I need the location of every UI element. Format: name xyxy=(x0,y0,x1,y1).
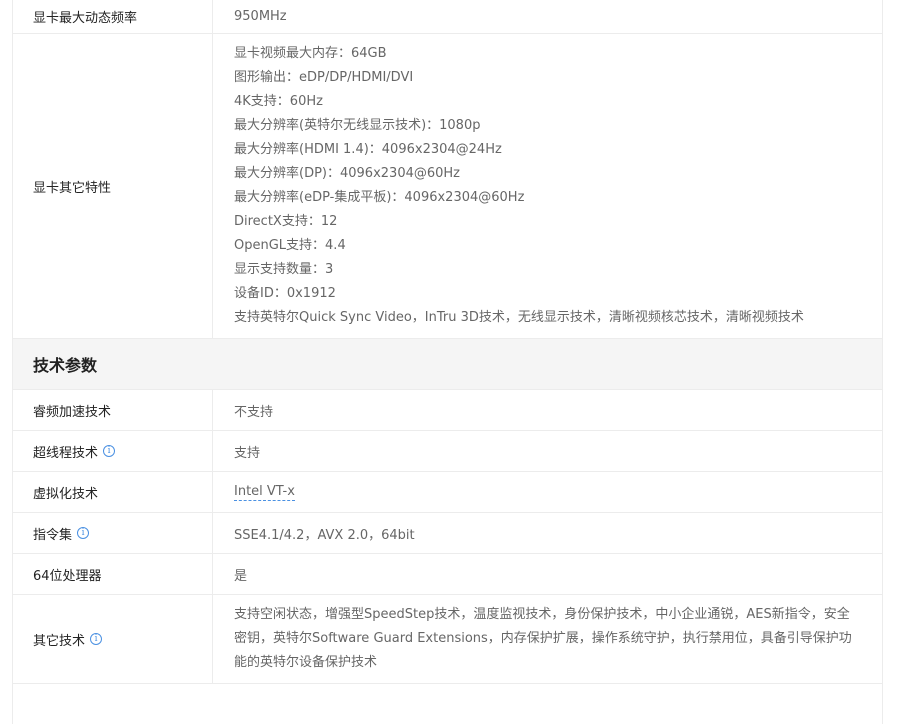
gpu-feature-line: 显卡视频最大内存：64GB xyxy=(234,46,387,61)
gpu-feature-list: 显卡视频最大内存：64GB 图形输出：eDP/DP/HDMI/DVI 4K支持：… xyxy=(234,42,804,330)
spec-label: 虚拟化技术 xyxy=(13,472,213,512)
spec-label: 显卡最大动态频率 xyxy=(13,0,213,33)
gpu-feature-line: OpenGL支持：4.4 xyxy=(234,238,346,253)
spec-value: 支持空闲状态，增强型SpeedStep技术，温度监视技术，身份保护技术，中小企业… xyxy=(234,607,852,670)
gpu-feature-line: 最大分辨率(DP)：4096x2304@60Hz xyxy=(234,166,460,181)
gpu-feature-line: 最大分辨率(HDMI 1.4)：4096x2304@24Hz xyxy=(234,142,502,157)
spec-label: 睿频加速技术 xyxy=(13,390,213,430)
info-icon[interactable]: i xyxy=(103,445,116,457)
gpu-feature-line: 最大分辨率(eDP-集成平板)：4096x2304@60Hz xyxy=(234,190,525,205)
spec-value: 950MHz xyxy=(234,9,287,24)
spec-label-wrap: 其它技术 i xyxy=(13,595,213,683)
spec-row-64bit: 64位处理器 是 xyxy=(13,554,882,595)
spec-label-wrap: 指令集 i xyxy=(13,513,213,553)
spec-row-turbo: 睿频加速技术 不支持 xyxy=(13,390,882,431)
spec-label: 其它技术 xyxy=(33,633,86,649)
gpu-feature-line: 4K支持：60Hz xyxy=(234,94,323,109)
gpu-feature-line: 支持英特尔Quick Sync Video，InTru 3D技术，无线显示技术，… xyxy=(234,310,804,325)
spec-label: 超线程技术 xyxy=(33,445,99,461)
spec-value-multiline: 显卡视频最大内存：64GB 图形输出：eDP/DP/HDMI/DVI 4K支持：… xyxy=(213,34,882,338)
spec-row-instruction-set: 指令集 i SSE4.1/4.2，AVX 2.0，64bit xyxy=(13,513,882,554)
spec-value: 不支持 xyxy=(234,404,274,420)
virtualization-link[interactable]: Intel VT-x xyxy=(234,484,295,501)
spec-table: 显卡最大动态频率 950MHz 显卡其它特性 显卡视频最大内存：64GB 图形输… xyxy=(12,0,883,724)
info-icon[interactable]: i xyxy=(90,633,103,645)
gpu-feature-line: DirectX支持：12 xyxy=(234,214,338,229)
spec-label: 64位处理器 xyxy=(13,554,213,594)
spec-value-multiline: 支持空闲状态，增强型SpeedStep技术，温度监视技术，身份保护技术，中小企业… xyxy=(213,595,882,683)
spec-label-wrap: 超线程技术 i xyxy=(13,431,213,471)
spec-row-virtualization: 虚拟化技术 Intel VT-x xyxy=(13,472,882,513)
spec-row-hyperthreading: 超线程技术 i 支持 xyxy=(13,431,882,472)
section-title-tech-params: 技术参数 xyxy=(13,339,882,390)
spec-value-wrap: Intel VT-x xyxy=(213,472,882,512)
spec-row-gpu-other: 显卡其它特性 显卡视频最大内存：64GB 图形输出：eDP/DP/HDMI/DV… xyxy=(13,34,882,339)
table-bottom-spacer xyxy=(13,684,882,724)
spec-label: 指令集 xyxy=(33,527,73,543)
spec-value: 是 xyxy=(234,568,248,584)
info-icon[interactable]: i xyxy=(77,527,90,539)
gpu-feature-line: 最大分辨率(英特尔无线显示技术)：1080p xyxy=(234,118,481,133)
gpu-feature-line: 图形输出：eDP/DP/HDMI/DVI xyxy=(234,70,414,85)
gpu-feature-line: 显示支持数量：3 xyxy=(234,262,334,277)
gpu-feature-line: 设备ID：0x1912 xyxy=(234,286,336,301)
spec-label: 显卡其它特性 xyxy=(13,34,213,338)
spec-row-gpu-max-freq: 显卡最大动态频率 950MHz xyxy=(13,0,882,34)
spec-value: 支持 xyxy=(234,445,261,461)
spec-value: SSE4.1/4.2，AVX 2.0，64bit xyxy=(234,527,415,543)
spec-row-other-tech: 其它技术 i 支持空闲状态，增强型SpeedStep技术，温度监视技术，身份保护… xyxy=(13,595,882,684)
